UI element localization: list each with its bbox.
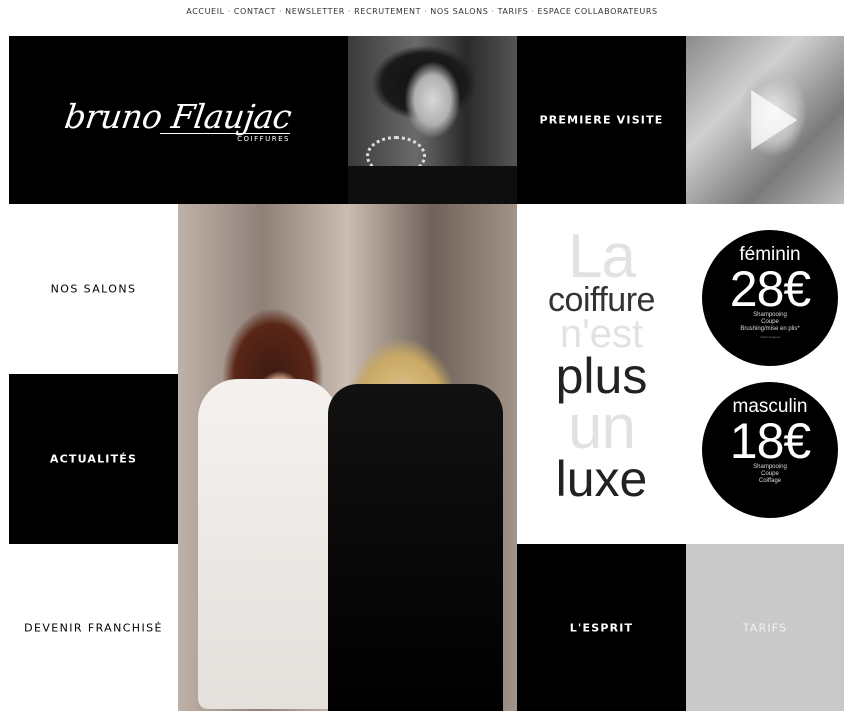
nav-link-nos-salons[interactable]: NOS SALONS xyxy=(430,7,488,16)
nav-separator: · xyxy=(424,6,428,16)
play-icon[interactable] xyxy=(751,90,798,150)
actualites-label: ACTUALITÉS xyxy=(49,452,138,466)
logo-script-text: bruno Flaujac xyxy=(62,97,295,136)
nos-salons-label: NOS SALONS xyxy=(50,282,137,296)
slogan-line: un xyxy=(568,393,636,463)
logo-tile[interactable]: bruno Flaujac COIFFURES xyxy=(9,36,348,204)
devenir-franchise-label: DEVENIR FRANCHISÉ xyxy=(24,621,163,634)
price-feminin-badge[interactable]: féminin 28€ Shampooing Coupe Brushing/mi… xyxy=(702,230,838,366)
prices-tile: féminin 28€ Shampooing Coupe Brushing/mi… xyxy=(686,204,844,544)
slogan-tile: La coiffure n'est plus un luxe xyxy=(517,204,686,544)
premiere-visite-label: PREMIERE VISITE xyxy=(539,113,664,127)
esprit-tile[interactable]: L'ESPRIT xyxy=(517,544,686,711)
slogan-line: La xyxy=(568,222,636,291)
price-masculin-detail: Shampooing xyxy=(753,464,787,470)
premiere-visite-tile[interactable]: PREMIERE VISITE xyxy=(517,36,686,204)
nav-link-tarifs[interactable]: TARIFS xyxy=(498,7,529,16)
price-feminin-detail: Shampooing xyxy=(753,312,787,318)
video-thumbnail[interactable] xyxy=(686,36,844,204)
nav-separator: · xyxy=(531,6,535,16)
nav-link-newsletter[interactable]: NEWSLETTER xyxy=(285,7,345,16)
model-photo-short-hair[interactable] xyxy=(348,36,517,204)
price-masculin-detail: Coupe xyxy=(761,471,779,477)
slogan-text: La coiffure n'est plus un luxe xyxy=(517,222,686,508)
actualites-tile[interactable]: ACTUALITÉS xyxy=(9,374,178,544)
nav-link-contact[interactable]: CONTACT xyxy=(234,7,276,16)
nav-separator: · xyxy=(279,6,283,16)
black-top xyxy=(348,166,517,204)
nav-link-recrutement[interactable]: RECRUTEMENT xyxy=(354,7,421,16)
price-masculin-detail: Coiffage xyxy=(758,478,782,484)
devenir-franchise-tile[interactable]: DEVENIR FRANCHISÉ xyxy=(9,544,178,711)
nav-link-espace-collaborateurs[interactable]: ESPACE COLLABORATEURS xyxy=(538,7,658,16)
price-feminin-detail: Coupe xyxy=(761,319,779,325)
price-masculin-amount: 18€ xyxy=(729,413,811,469)
nav-separator: · xyxy=(227,6,231,16)
nos-salons-tile[interactable]: NOS SALONS xyxy=(9,204,178,374)
black-dress xyxy=(328,384,503,711)
brand-logo: bruno Flaujac COIFFURES xyxy=(9,97,348,143)
slogan-line: luxe xyxy=(555,451,648,508)
nav-separator: · xyxy=(347,6,352,16)
tarifs-label: TARIFS xyxy=(742,621,788,634)
price-feminin-fineprint: *selon longueur xyxy=(759,335,781,339)
white-lace-dress xyxy=(198,379,338,709)
top-navigation: ACCUEIL · CONTACT · NEWSLETTER · RECRUTE… xyxy=(0,0,844,22)
price-masculin-badge[interactable]: masculin 18€ Shampooing Coupe Coiffage xyxy=(702,382,838,518)
nav-link-accueil[interactable]: ACCUEIL xyxy=(186,7,224,16)
tarifs-tile[interactable]: TARIFS xyxy=(686,544,844,711)
price-feminin-amount: 28€ xyxy=(729,261,811,317)
esprit-label: L'ESPRIT xyxy=(569,621,634,634)
price-feminin-detail: Brushing/mise en plis* xyxy=(740,326,800,332)
hero-photo-two-models xyxy=(178,204,517,711)
nav-separator: · xyxy=(491,6,495,16)
